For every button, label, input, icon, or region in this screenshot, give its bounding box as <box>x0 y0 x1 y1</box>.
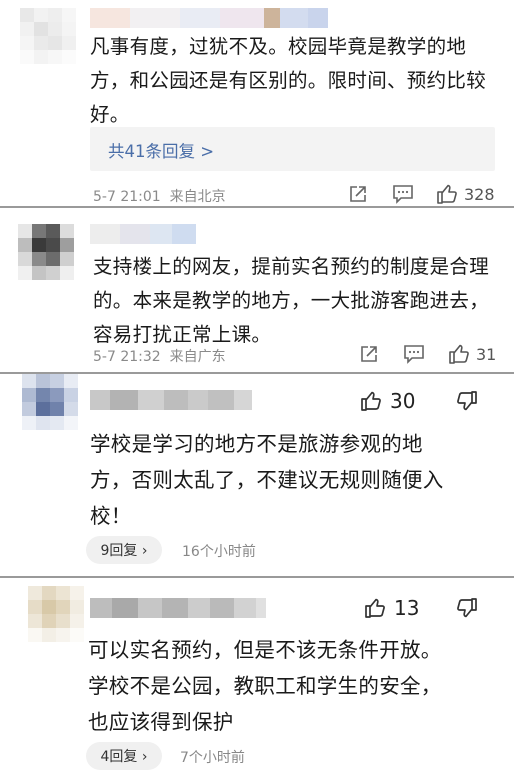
comment-card-2: 支持楼上的网友，提前实名预约的制度是合理 的。本来是教学的地方，一大批游客跑进去… <box>0 208 514 372</box>
username-blurred[interactable] <box>90 8 328 28</box>
replies-button[interactable]: 9回复 › <box>86 536 162 564</box>
comment-button[interactable] <box>392 184 414 204</box>
thumbs-up-icon <box>361 391 381 411</box>
avatar[interactable] <box>20 8 76 64</box>
comment-text: 可以实名预约，但是不该无条件开放。 学校不是公园，教职工和学生的安全， 也应该得… <box>88 638 442 734</box>
comment-text: 支持楼上的网友，提前实名预约的制度是合理 的。本来是教学的地方，一大批游客跑进去… <box>93 255 490 346</box>
view-replies-link[interactable]: 共41条回复 > <box>108 138 214 162</box>
comment-card-4: 13 可以实名预约，但是不该无条件开放。 学校不是公园，教职工和学生的安全， 也… <box>0 578 514 780</box>
thumbs-up-icon <box>437 184 457 204</box>
comment-timestamp: 5-7 21:32 来自广东 <box>93 349 226 365</box>
like-count: 30 <box>390 389 416 413</box>
like-count: 13 <box>394 596 420 620</box>
like-button[interactable]: 31 <box>448 343 496 365</box>
comment-timestamp: 7个小时前 <box>180 750 245 766</box>
dislike-button[interactable] <box>456 597 478 619</box>
thumbs-down-icon <box>457 391 477 411</box>
thumbs-up-icon <box>449 344 469 364</box>
share-icon <box>350 186 366 202</box>
comment-button[interactable] <box>403 344 425 364</box>
like-count: 328 <box>464 184 495 204</box>
share-button[interactable] <box>359 344 379 364</box>
comment-icon <box>404 345 424 364</box>
comment-icon <box>393 185 413 204</box>
username-blurred[interactable] <box>90 224 196 244</box>
comment-timestamp: 16个小时前 <box>182 544 256 560</box>
username-blurred[interactable] <box>90 598 266 618</box>
comment-text: 学校是学习的地方不是旅游参观的地 方，否则太乱了，不建议无规则随便入 校！ <box>90 432 444 528</box>
avatar[interactable] <box>18 224 74 280</box>
dislike-button[interactable] <box>456 390 478 412</box>
comment-timestamp: 5-7 21:01 来自北京 <box>93 189 226 205</box>
like-count: 31 <box>476 344 497 364</box>
like-button[interactable]: 30 <box>360 389 415 413</box>
avatar[interactable] <box>22 374 78 430</box>
like-button[interactable]: 13 <box>364 596 419 620</box>
like-button[interactable]: 328 <box>436 183 495 205</box>
comment-card-3: 30 学校是学习的地方不是旅游参观的地 方，否则太乱了，不建议无规则随便入 校！… <box>0 374 514 576</box>
comment-text: 凡事有度，过犹不及。校园毕竟是教学的地 方，和公园还是有区别的。限时间、预约比较… <box>90 35 487 126</box>
share-button[interactable] <box>348 184 368 204</box>
share-icon <box>361 346 377 362</box>
thumbs-up-icon <box>365 598 385 618</box>
replies-button[interactable]: 4回复 › <box>86 742 162 770</box>
username-blurred[interactable] <box>90 390 252 410</box>
avatar[interactable] <box>28 586 84 642</box>
thumbs-down-icon <box>457 598 477 618</box>
comment-card-1: 凡事有度，过犹不及。校园毕竟是教学的地 方，和公园还是有区别的。限时间、预约比较… <box>0 0 514 206</box>
